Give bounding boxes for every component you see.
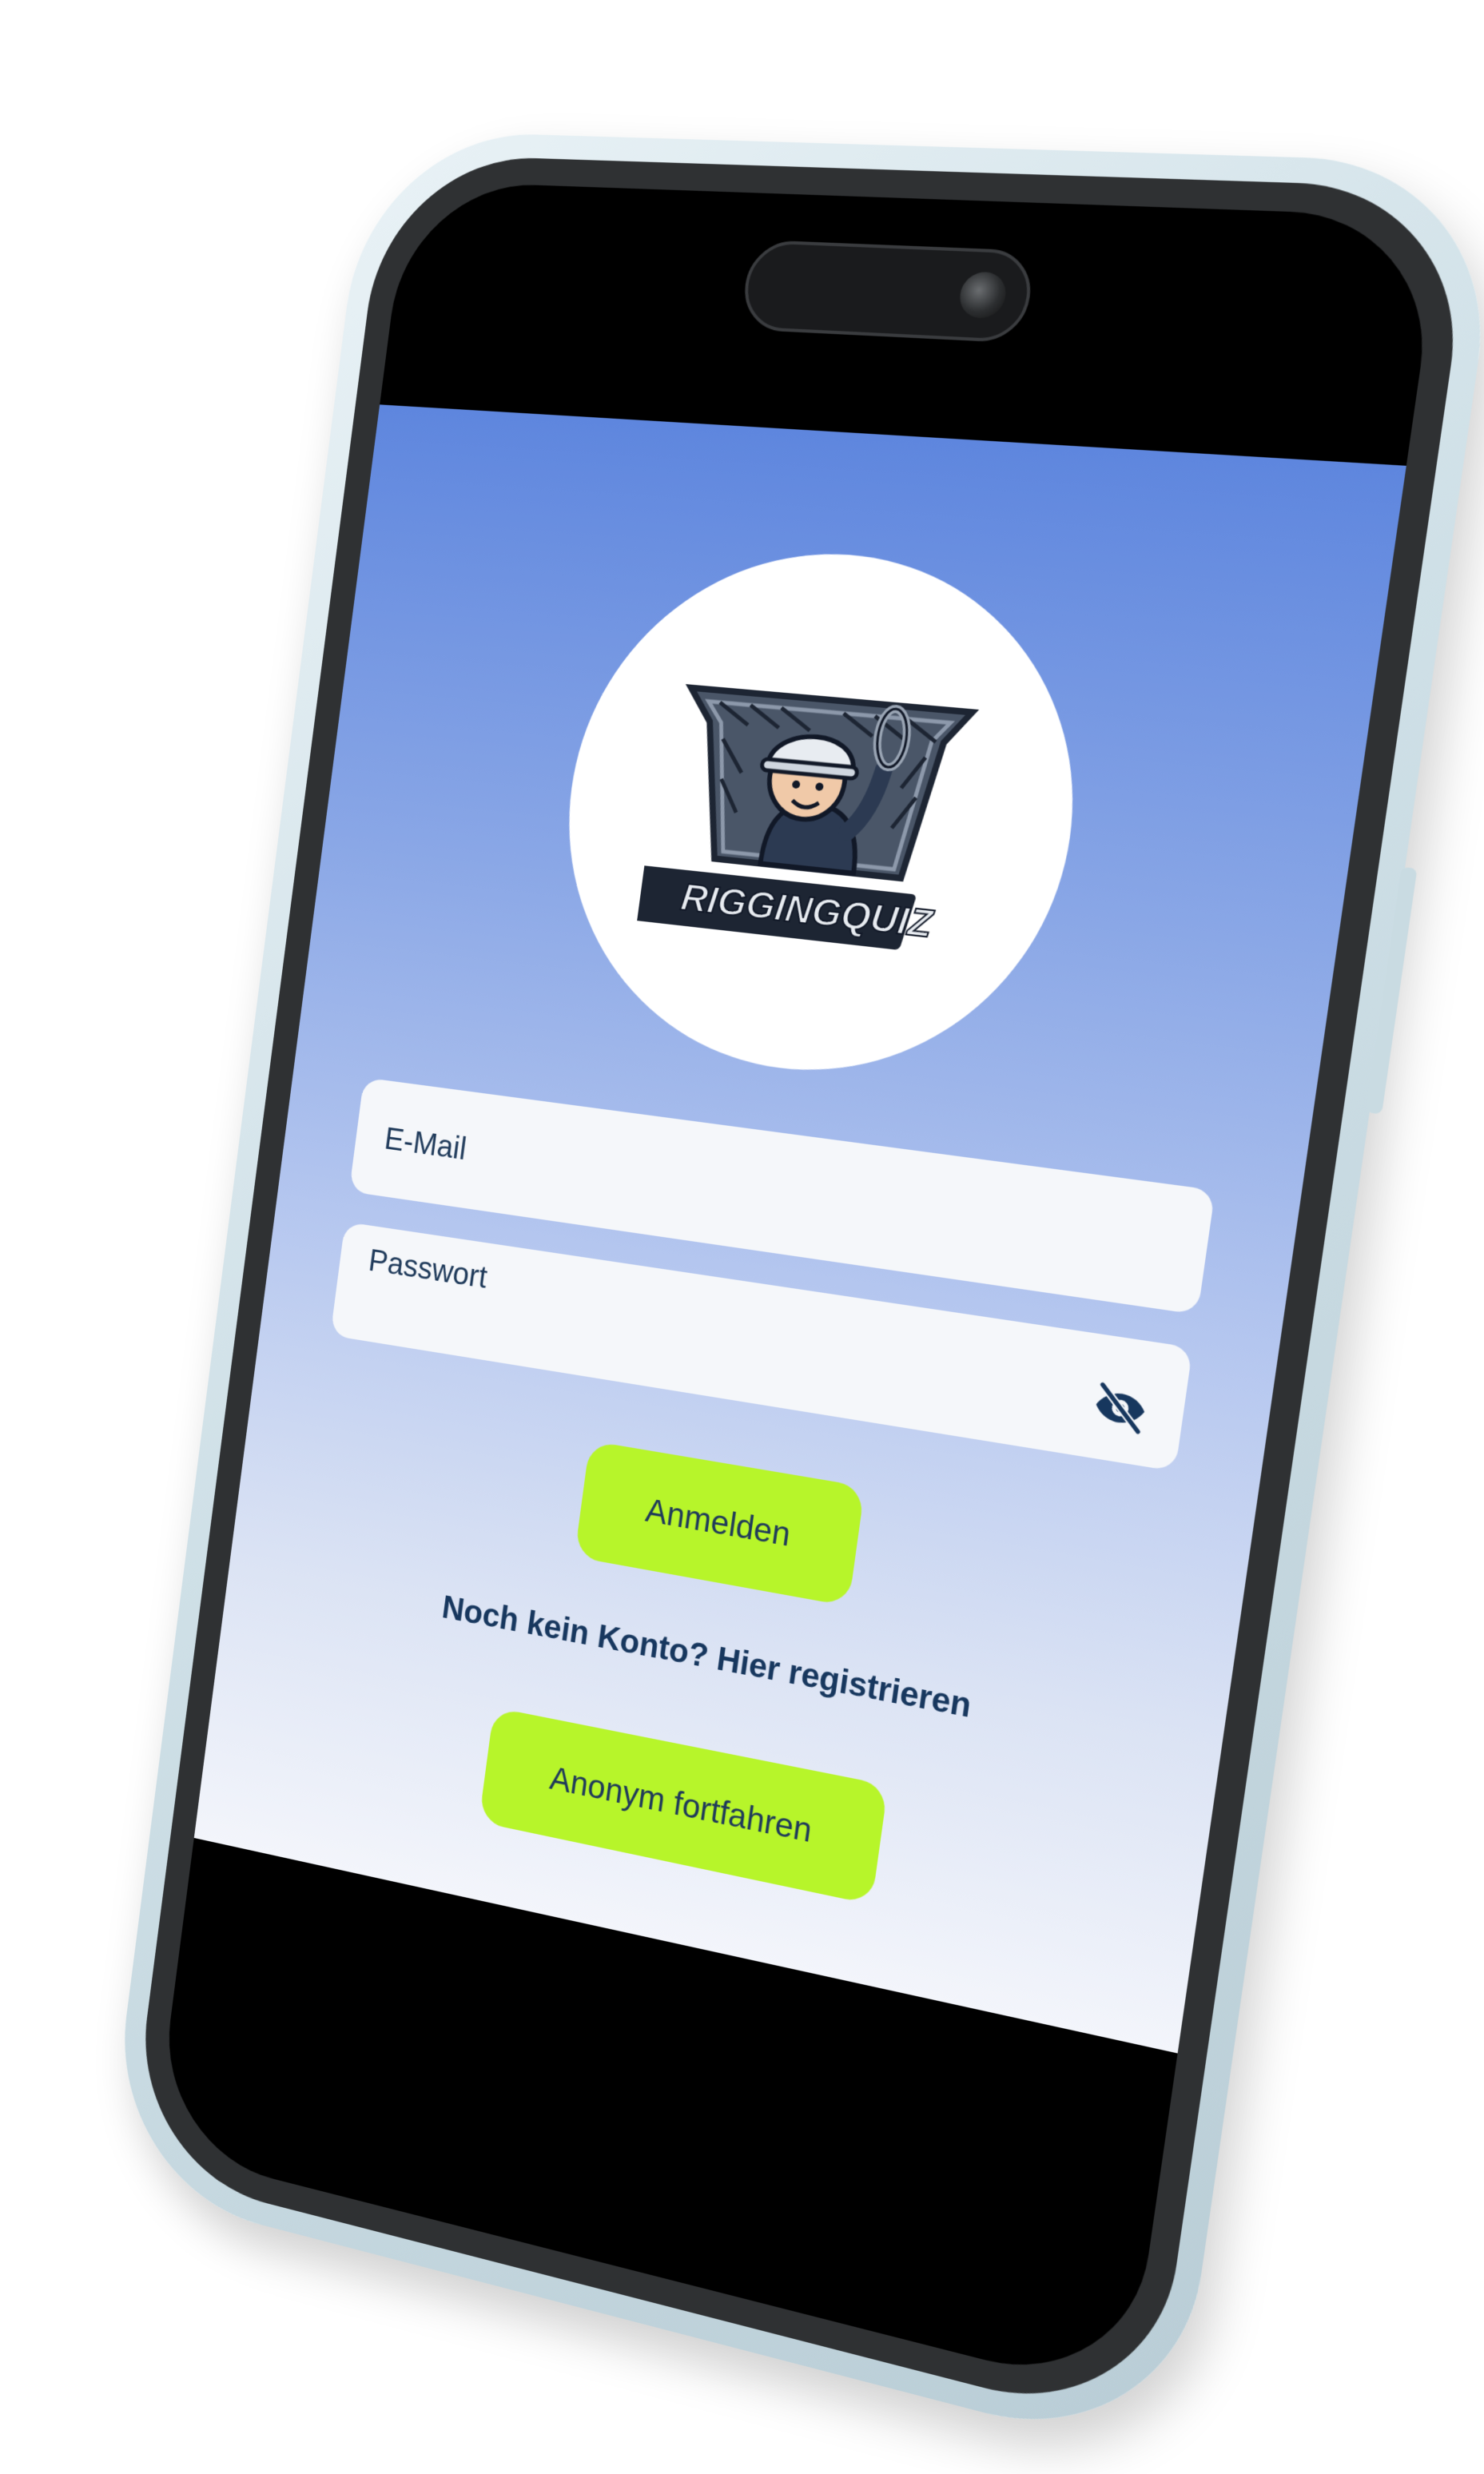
- phone-frame: RIGGINGQUIZ E-Mail Anmelden Noch kein Ko…: [105, 129, 1484, 2462]
- phone-side-button: [1366, 867, 1417, 1115]
- mockup-stage: RIGGINGQUIZ E-Mail Anmelden Noch kein Ko…: [0, 0, 1484, 2474]
- phone-mockup: RIGGINGQUIZ E-Mail Anmelden Noch kein Ko…: [42, 97, 1484, 2474]
- dynamic-island: [739, 240, 1036, 344]
- rigging-worker-logo: RIGGINGQUIZ: [635, 654, 1001, 976]
- front-camera-icon: [957, 271, 1009, 319]
- continue-anonymously-button[interactable]: Anonym fortfahren: [479, 1707, 888, 1904]
- eye-off-icon[interactable]: [1088, 1375, 1154, 1442]
- phone-bezel: RIGGINGQUIZ E-Mail Anmelden Noch kein Ko…: [128, 153, 1477, 2431]
- login-screen: RIGGINGQUIZ E-Mail Anmelden Noch kein Ko…: [194, 404, 1406, 2053]
- phone-screen: RIGGINGQUIZ E-Mail Anmelden Noch kein Ko…: [153, 181, 1442, 2396]
- login-button[interactable]: Anmelden: [575, 1441, 865, 1606]
- logo-container: RIGGINGQUIZ: [539, 537, 1107, 1100]
